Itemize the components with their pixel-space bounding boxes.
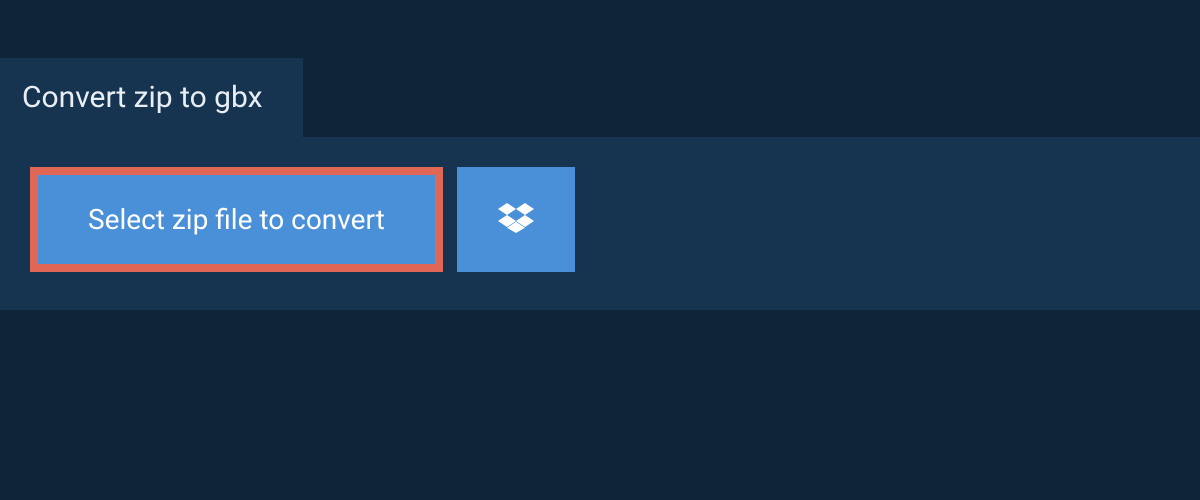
tab-title: Convert zip to gbx: [0, 58, 303, 137]
select-file-label: Select zip file to convert: [88, 203, 385, 236]
dropbox-icon: [498, 200, 534, 240]
dropbox-button[interactable]: [457, 167, 575, 272]
select-file-button[interactable]: Select zip file to convert: [30, 167, 443, 272]
converter-panel: Select zip file to convert: [0, 137, 1200, 310]
button-row: Select zip file to convert: [30, 167, 1170, 272]
